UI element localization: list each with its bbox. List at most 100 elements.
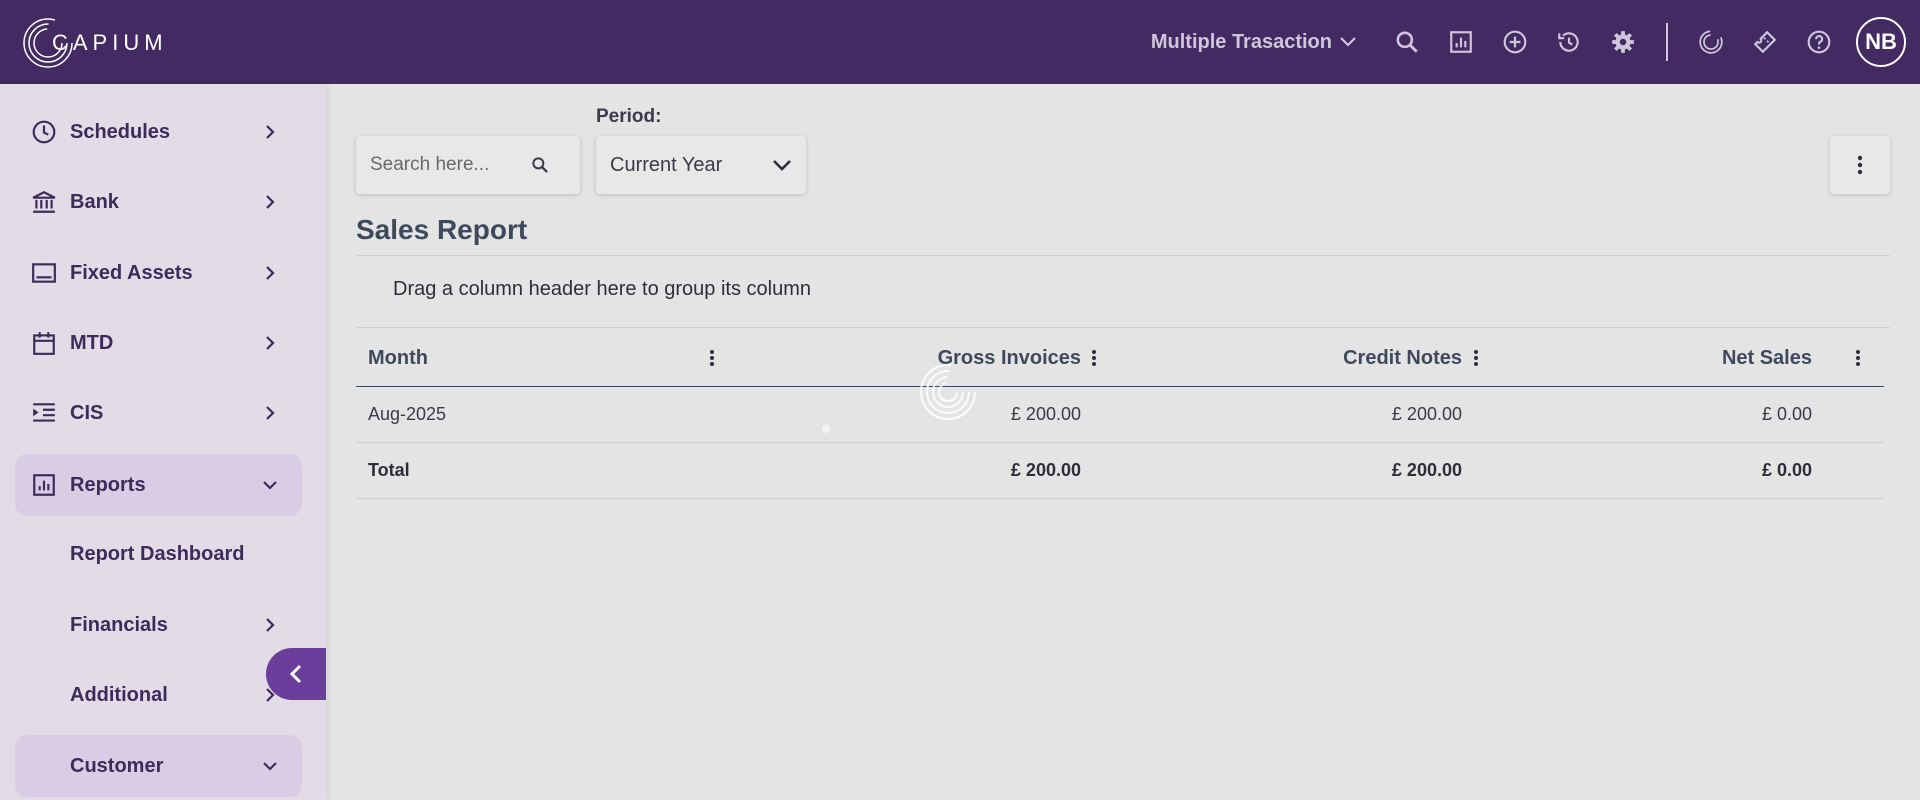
sidebar-item-label: Fixed Assets	[70, 261, 193, 284]
sidebar-item-bank[interactable]: Bank	[15, 171, 302, 233]
help-button[interactable]	[1792, 15, 1846, 69]
group-by-panel[interactable]: Drag a column header here to group its c…	[393, 278, 811, 301]
capium-logo[interactable]: CAPIUM	[22, 17, 168, 69]
bank-icon	[30, 188, 58, 216]
cell-month: Aug-2025	[368, 404, 447, 424]
sales-report-grid: Month Gross Invoices Credit Notes Net Sa…	[356, 330, 1884, 499]
ticket-icon	[1753, 30, 1777, 54]
chevron-down-icon	[773, 160, 791, 171]
sidebar-item-customer[interactable]: Customer	[15, 735, 302, 797]
cell-gross-invoices: £ 200.00	[1010, 404, 1081, 424]
chevron-left-icon	[289, 664, 302, 684]
chevron-right-icon	[258, 331, 282, 355]
logo-text: CAPIUM	[52, 30, 168, 55]
calendar-icon	[30, 329, 58, 357]
sidebar-item-label: CIS	[70, 401, 104, 424]
total-credit-notes: £ 200.00	[1391, 460, 1462, 480]
total-gross-invoices: £ 200.00	[1010, 460, 1081, 480]
transaction-selector-label: Multiple Trasaction	[1150, 30, 1332, 53]
transaction-selector[interactable]: Multiple Trasaction	[1151, 31, 1356, 54]
ticket-button[interactable]	[1738, 15, 1792, 69]
period-select[interactable]: Current Year	[596, 136, 806, 194]
sidebar-collapse-button[interactable]	[266, 648, 326, 700]
sidebar-item-label: Additional	[70, 683, 168, 706]
chevron-right-icon	[258, 120, 282, 144]
indent-icon	[30, 399, 58, 427]
more-options-button[interactable]	[1830, 136, 1890, 194]
monitor-icon	[30, 259, 58, 287]
report-icon	[30, 471, 58, 499]
search-button[interactable]	[1380, 15, 1434, 69]
column-menu-gross-invoices[interactable]	[1084, 330, 1104, 386]
settings-button[interactable]	[1596, 15, 1650, 69]
cell-credit-notes: £ 200.00	[1391, 404, 1462, 424]
search-icon	[1396, 31, 1418, 53]
add-button[interactable]	[1488, 15, 1542, 69]
history-button[interactable]	[1542, 15, 1596, 69]
chevron-right-icon	[258, 190, 282, 214]
column-header-month[interactable]: Month	[368, 330, 428, 386]
total-net-sales: £ 0.00	[1761, 460, 1812, 480]
help-icon	[1807, 30, 1831, 54]
more-vertical-icon	[1856, 350, 1860, 366]
chevron-right-icon	[258, 261, 282, 285]
search-input[interactable]	[370, 154, 530, 176]
period-label: Period:	[596, 106, 662, 127]
report-icon	[1450, 31, 1472, 53]
column-menu-credit-notes[interactable]	[1466, 330, 1486, 386]
column-menu-net-sales[interactable]	[1848, 330, 1868, 386]
chevron-down-icon	[1340, 37, 1356, 47]
add-circle-icon	[1503, 30, 1527, 54]
column-menu-month[interactable]	[702, 330, 722, 386]
loading-spinner-icon	[920, 364, 976, 420]
sidebar-item-report-dashboard[interactable]: Report Dashboard	[15, 523, 302, 585]
column-header-credit-notes[interactable]: Credit Notes	[1343, 330, 1462, 386]
sidebar-item-mtd[interactable]: MTD	[15, 312, 302, 374]
sidebar-item-reports[interactable]: Reports	[15, 454, 302, 516]
table-row[interactable]: Aug-2025 £ 200.00 £ 200.00 £ 0.00	[356, 387, 1884, 443]
table-total-row: Total £ 200.00 £ 200.00 £ 0.00	[356, 443, 1884, 499]
page-title: Sales Report	[356, 214, 528, 245]
chevron-down-icon	[258, 754, 282, 778]
chevron-right-icon	[258, 401, 282, 425]
sidebar-item-label: Schedules	[70, 120, 171, 143]
clock-icon	[30, 118, 58, 146]
loading-dot	[822, 425, 830, 433]
more-vertical-icon	[1474, 350, 1478, 366]
sidebar-item-additional[interactable]: Additional	[15, 664, 302, 726]
avatar[interactable]: NB	[1856, 17, 1906, 67]
history-icon	[1558, 32, 1579, 52]
sidebar-item-label: Customer	[70, 754, 164, 777]
sidebar-item-label: Reports	[70, 473, 146, 496]
top-bar: CAPIUM Multiple Trasaction NB	[0, 0, 1920, 84]
sidebar-item-label: MTD	[70, 331, 114, 354]
divider	[356, 327, 1890, 328]
cell-net-sales: £ 0.00	[1761, 404, 1812, 424]
sidebar: Schedules Bank Fixed Assets MTD CIS Repo…	[0, 84, 326, 800]
sidebar-item-fixed-assets[interactable]: Fixed Assets	[15, 242, 302, 304]
period-value: Current Year	[610, 153, 723, 176]
gear-icon	[1612, 31, 1634, 53]
column-header-net-sales[interactable]: Net Sales	[1722, 330, 1812, 386]
header-divider	[1666, 23, 1668, 61]
sidebar-item-schedules[interactable]: Schedules	[15, 101, 302, 163]
sidebar-item-label: Financials	[70, 613, 168, 636]
sidebar-item-label: Bank	[70, 190, 119, 213]
sidebar-item-cis[interactable]: CIS	[15, 382, 302, 444]
reports-button[interactable]	[1434, 15, 1488, 69]
avatar-initials: NB	[1865, 29, 1897, 54]
more-vertical-icon	[1092, 350, 1096, 366]
search-box[interactable]	[356, 136, 580, 194]
total-label: Total	[368, 460, 410, 480]
sidebar-item-financials[interactable]: Financials	[15, 594, 302, 656]
capium-apps-button[interactable]	[1684, 15, 1738, 69]
table-header-row: Month Gross Invoices Credit Notes Net Sa…	[356, 330, 1884, 387]
capium-icon	[1699, 30, 1723, 54]
more-vertical-icon	[1857, 155, 1863, 175]
divider	[356, 255, 1890, 256]
chevron-right-icon	[258, 613, 282, 637]
sidebar-item-label: Report Dashboard	[70, 542, 245, 565]
search-icon[interactable]	[530, 155, 550, 175]
more-vertical-icon	[710, 350, 714, 366]
chevron-down-icon	[258, 473, 282, 497]
